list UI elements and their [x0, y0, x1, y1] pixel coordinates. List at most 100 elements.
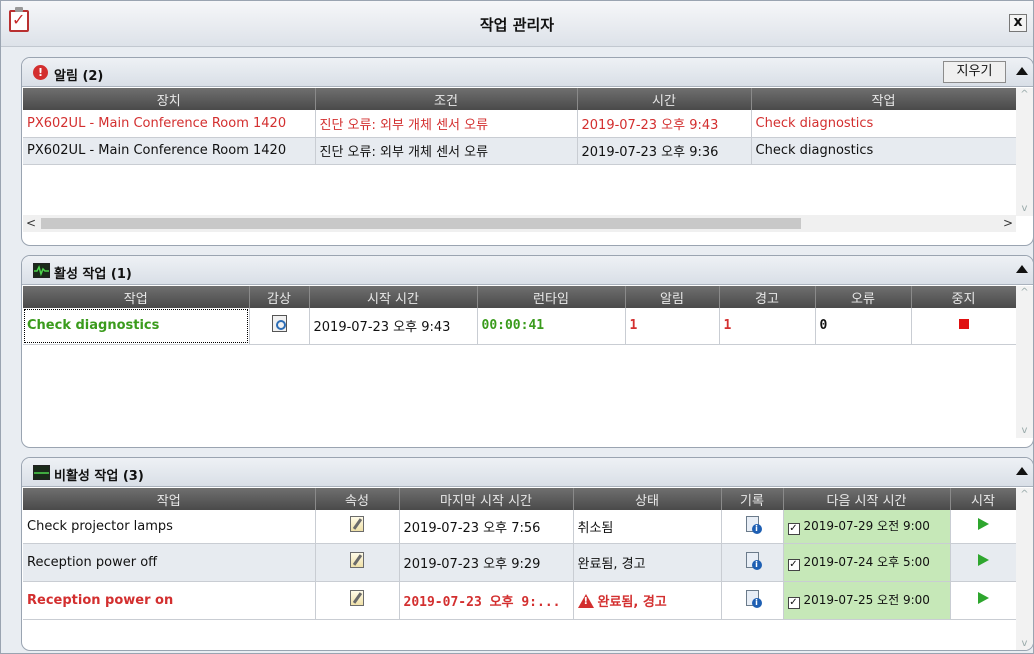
properties-cell[interactable]: [315, 543, 400, 582]
condition-cell: 진단 오류: 외부 개체 센서 오류: [315, 110, 578, 138]
column-header-stop[interactable]: 중지: [911, 286, 1017, 308]
column-header-condition[interactable]: 조건: [315, 88, 578, 110]
errors-count-cell: 0: [815, 308, 912, 345]
column-header-task[interactable]: 작업: [23, 488, 316, 510]
active-tasks-header[interactable]: 활성 작업 (1): [22, 256, 1033, 285]
view-cell[interactable]: [249, 308, 310, 345]
next-start-cell[interactable]: ✓ 2019-07-29 오전 9:00: [783, 510, 951, 544]
alerts-count-cell: 1: [625, 308, 720, 345]
column-header-view[interactable]: 감상: [249, 286, 310, 308]
properties-cell[interactable]: [315, 510, 400, 544]
column-header-alerts[interactable]: 알림: [625, 286, 720, 308]
column-header-start[interactable]: 시작: [950, 488, 1017, 510]
vertical-scrollbar[interactable]: ^ v: [1016, 286, 1033, 438]
history-info-icon[interactable]: [745, 552, 762, 570]
play-icon[interactable]: [977, 592, 989, 604]
edit-properties-icon[interactable]: [350, 590, 364, 606]
last-start-cell: 2019-07-23 오후 9:...: [399, 581, 574, 620]
scroll-down-icon[interactable]: v: [1016, 637, 1033, 650]
column-header-time[interactable]: 시간: [577, 88, 752, 110]
status-text: 완료됨, 경고: [597, 594, 667, 610]
collapse-arrow-icon[interactable]: [1016, 467, 1028, 475]
history-cell[interactable]: [721, 581, 784, 620]
edit-properties-icon[interactable]: [350, 552, 364, 568]
magnifier-view-icon[interactable]: [271, 315, 287, 333]
column-header-start-time[interactable]: 시작 시간: [309, 286, 478, 308]
checkbox-icon[interactable]: ✓: [787, 597, 800, 609]
alerts-grid: 장치 조건 시간 작업 PX602UL - Main Conference Ro…: [23, 88, 1017, 165]
task-cell: Check diagnostics: [751, 110, 1017, 138]
scroll-down-icon[interactable]: v: [1016, 202, 1033, 216]
play-icon[interactable]: [977, 554, 989, 566]
table-row[interactable]: PX602UL - Main Conference Room 1420 진단 오…: [23, 137, 1017, 165]
column-header-last-start[interactable]: 마지막 시작 시간: [399, 488, 574, 510]
close-button[interactable]: x: [1009, 14, 1027, 32]
scroll-up-icon[interactable]: ^: [1016, 88, 1033, 102]
status-cell: 취소됨: [573, 510, 722, 544]
column-header-properties[interactable]: 속성: [315, 488, 400, 510]
scroll-thumb[interactable]: [41, 218, 801, 229]
column-header-device[interactable]: 장치: [23, 88, 316, 110]
title-bar[interactable]: ✓ 작업 관리자 x: [1, 1, 1033, 47]
table-row[interactable]: Check projector lamps 2019-07-23 오후 7:56…: [23, 510, 1017, 544]
stop-cell[interactable]: [911, 308, 1017, 345]
history-info-icon[interactable]: [745, 590, 762, 608]
history-cell[interactable]: [721, 510, 784, 544]
status-cell: 완료됨, 경고: [573, 543, 722, 582]
collapse-arrow-icon[interactable]: [1016, 265, 1028, 273]
column-header-warnings[interactable]: 경고: [719, 286, 816, 308]
next-start-text: 2019-07-25 오전 9:00: [803, 593, 930, 607]
alerts-header[interactable]: ! 알림 (2) 지우기: [22, 58, 1033, 87]
vertical-scrollbar[interactable]: ^ v: [1016, 88, 1033, 216]
alert-exclamation-icon: !: [33, 65, 48, 80]
inactive-monitor-icon: [33, 465, 50, 480]
column-header-errors[interactable]: 오류: [815, 286, 912, 308]
horizontal-scrollbar[interactable]: < >: [23, 215, 1016, 232]
column-header-history[interactable]: 기록: [721, 488, 784, 510]
column-header-status[interactable]: 상태: [573, 488, 722, 510]
column-header-task[interactable]: 작업: [751, 88, 1017, 110]
stop-icon[interactable]: [958, 319, 969, 330]
task-cell[interactable]: Check diagnostics: [23, 308, 250, 345]
play-icon[interactable]: [977, 518, 989, 531]
warnings-count-cell: 1: [719, 308, 816, 345]
clear-button[interactable]: 지우기: [943, 61, 1006, 83]
scroll-down-icon[interactable]: v: [1016, 424, 1033, 438]
collapse-arrow-icon[interactable]: [1016, 67, 1028, 75]
scroll-left-icon[interactable]: <: [23, 215, 39, 232]
scroll-right-icon[interactable]: >: [1000, 215, 1016, 232]
vertical-scrollbar[interactable]: ^ v: [1016, 488, 1033, 650]
start-cell[interactable]: [950, 543, 1017, 582]
task-cell: Reception power on: [23, 581, 316, 620]
task-cell: Reception power off: [23, 543, 316, 582]
next-start-cell[interactable]: ✓ 2019-07-25 오전 9:00: [783, 581, 951, 620]
alerts-title: 알림 (2): [54, 69, 104, 84]
history-cell[interactable]: [721, 543, 784, 582]
table-row[interactable]: PX602UL - Main Conference Room 1420 진단 오…: [23, 110, 1017, 138]
status-cell: ! 완료됨, 경고: [573, 581, 722, 620]
scroll-up-icon[interactable]: ^: [1016, 286, 1033, 300]
task-cell: Check diagnostics: [751, 137, 1017, 165]
edit-properties-icon[interactable]: [350, 516, 364, 533]
column-header-runtime[interactable]: 런타임: [477, 286, 626, 308]
task-manager-window: ✓ 작업 관리자 x ! 알림 (2) 지우기 장치 조건 시간 작업 PX60…: [0, 0, 1034, 654]
next-start-cell[interactable]: ✓ 2019-07-24 오후 5:00: [783, 543, 951, 582]
start-cell[interactable]: [950, 581, 1017, 620]
column-header-task[interactable]: 작업: [23, 286, 250, 308]
device-cell: PX602UL - Main Conference Room 1420: [23, 137, 316, 165]
checkbox-icon[interactable]: ✓: [787, 523, 800, 536]
scroll-up-icon[interactable]: ^: [1016, 488, 1033, 502]
history-info-icon[interactable]: [745, 516, 762, 535]
table-row[interactable]: Reception power on 2019-07-23 오후 9:... !…: [23, 581, 1017, 620]
last-start-cell: 2019-07-23 오후 9:29: [399, 543, 574, 582]
table-row[interactable]: Check diagnostics 2019-07-23 오후 9:43 00:…: [23, 308, 1017, 345]
table-row[interactable]: Reception power off 2019-07-23 오후 9:29 완…: [23, 543, 1017, 582]
start-cell[interactable]: [950, 510, 1017, 544]
inactive-tasks-header[interactable]: 비활성 작업 (3): [22, 458, 1033, 487]
active-tasks-grid: 작업 감상 시작 시간 런타임 알림 경고 오류 중지 Check diagno…: [23, 286, 1017, 345]
properties-cell[interactable]: [315, 581, 400, 620]
checkbox-icon[interactable]: ✓: [787, 559, 800, 571]
column-header-next-start[interactable]: 다음 시작 시간: [783, 488, 951, 510]
time-cell: 2019-07-23 오후 9:43: [577, 110, 752, 138]
inactive-tasks-panel: 비활성 작업 (3) 작업 속성 마지막 시작 시간 상태 기록 다음 시작 시…: [21, 457, 1034, 651]
